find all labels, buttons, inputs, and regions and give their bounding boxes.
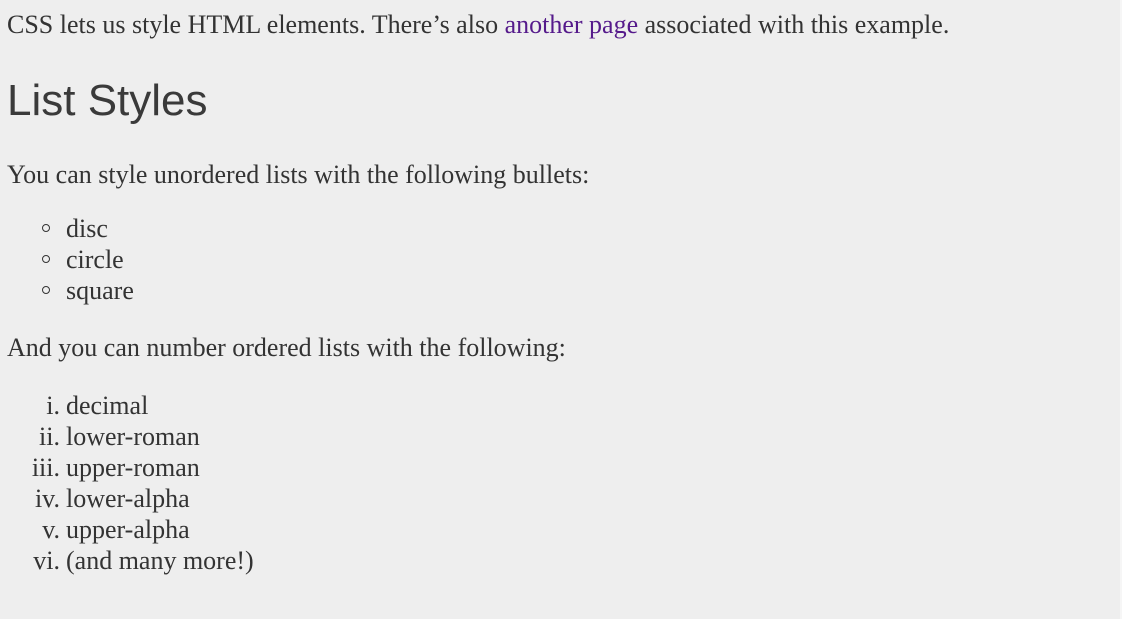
list-item-label: disc xyxy=(66,214,108,243)
circle-bullet-icon xyxy=(42,255,50,263)
list-item: vi. (and many more!) xyxy=(7,545,1122,576)
intro-text-after: associated with this example. xyxy=(638,10,950,39)
list-item-label: upper-roman xyxy=(66,453,200,482)
list-item: ii. lower-roman xyxy=(7,421,1122,452)
list-item-number: v. xyxy=(42,515,60,544)
list-item-label: lower-roman xyxy=(66,422,200,451)
circle-bullet-icon xyxy=(42,286,50,294)
list-item: circle xyxy=(7,244,1122,275)
intro-text-before: CSS lets us style HTML elements. There’s… xyxy=(7,10,505,39)
unordered-intro: You can style unordered lists with the f… xyxy=(7,160,590,189)
list-item-number: ii. xyxy=(39,422,60,451)
list-item-number: iv. xyxy=(34,484,60,513)
list-item: iii. upper-roman xyxy=(7,452,1122,483)
list-item-label: (and many more!) xyxy=(66,546,254,575)
list-item-number: vi. xyxy=(33,546,60,575)
list-item: disc xyxy=(7,213,1122,244)
bullet-list: disc circle square xyxy=(7,213,1122,306)
list-item-label: circle xyxy=(66,245,124,274)
intro-paragraph: CSS lets us style HTML elements. There’s… xyxy=(7,9,1122,41)
list-item-label: lower-alpha xyxy=(66,484,190,513)
list-item: square xyxy=(7,275,1122,306)
list-item: i. decimal xyxy=(7,390,1122,421)
another-page-link[interactable]: another page xyxy=(505,10,639,39)
page-heading: List Styles xyxy=(7,76,208,125)
list-item-number: i. xyxy=(46,391,60,420)
ordered-intro: And you can number ordered lists with th… xyxy=(7,333,566,362)
list-item-label: square xyxy=(66,276,134,305)
list-item-number: iii. xyxy=(31,453,60,482)
list-item-label: upper-alpha xyxy=(66,515,190,544)
circle-bullet-icon xyxy=(42,224,50,232)
numbered-list: i. decimal ii. lower-roman iii. upper-roman… xyxy=(7,390,1122,576)
list-item-label: decimal xyxy=(66,391,149,420)
list-item: iv. lower-alpha xyxy=(7,483,1122,514)
list-item: v. upper-alpha xyxy=(7,514,1122,545)
page-content: CSS lets us style HTML elements. There’s… xyxy=(7,0,1122,576)
